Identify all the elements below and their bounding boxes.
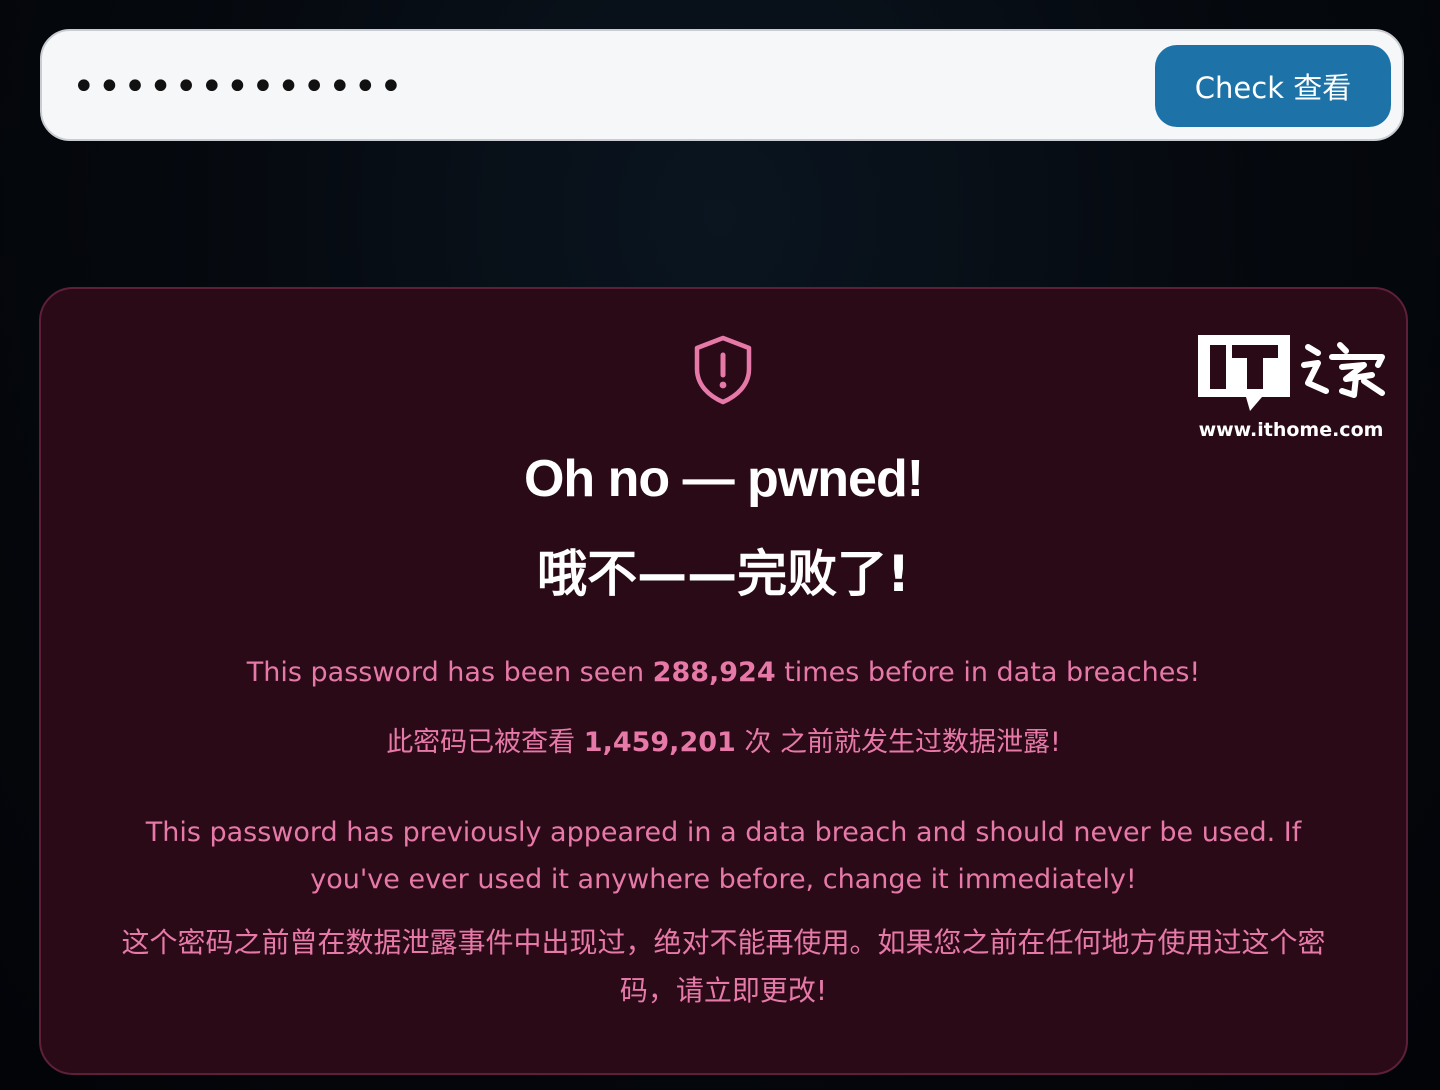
result-title-zh: 哦不——完败了! [537,545,910,603]
seen-count-text-zh: 此密码已被查看 1,459,201 次 之前就发生过数据泄露! [386,727,1061,758]
seen-count-text-en: This password has been seen 288,924 time… [246,657,1201,688]
password-input[interactable] [72,59,1122,115]
seen-count-zh: 1,459,201 [583,727,736,758]
shield-exclamation-icon [694,335,752,405]
result-title-en: Oh no — pwned! [523,450,924,508]
ithome-watermark: www.ithome.com [1196,333,1386,443]
ithome-logo [1198,335,1385,411]
breach-warning-en: This password has previously appeared in… [145,817,1302,895]
pwned-result-panel: Oh no — pwned! 哦不——完败了! This password ha… [39,287,1408,1075]
password-search-bar: Check 查看 [40,29,1404,141]
ithome-url: www.ithome.com [1198,419,1384,441]
seen-count-en: 288,924 [652,657,776,688]
breach-warning-zh: 这个密码之前曾在数据泄露事件中出现过，绝对不能再使用。如果您之前在任何地方使用过… [121,926,1326,1007]
check-button[interactable]: Check 查看 [1155,45,1391,127]
